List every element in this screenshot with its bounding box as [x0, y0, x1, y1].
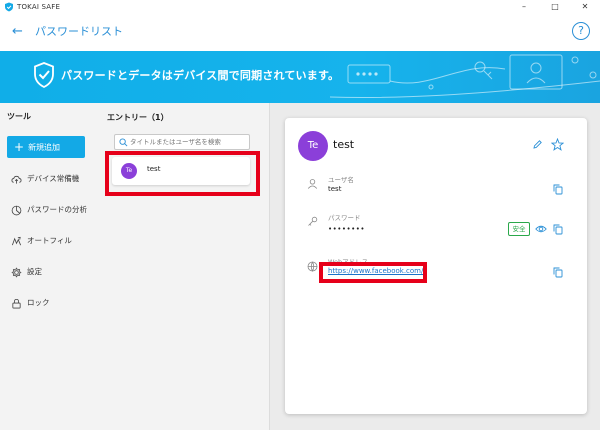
sidebar-item-label: ロック	[27, 298, 50, 307]
page-title: パスワードリスト	[35, 25, 123, 38]
highlight-box-entry	[105, 151, 260, 196]
autofill-icon	[11, 236, 22, 245]
sidebar-title: ツール	[7, 112, 31, 121]
sidebar-item-settings[interactable]: 設定	[11, 264, 95, 280]
search-box	[114, 134, 250, 150]
help-icon[interactable]: ?	[572, 22, 590, 40]
page-header: ← パスワードリスト ?	[0, 14, 600, 51]
copy-icon[interactable]	[553, 267, 563, 278]
sidebar-item-autofill[interactable]: オートフィル	[11, 233, 95, 249]
search-icon	[119, 138, 128, 147]
banner-message: パスワードとデータはデバイス間で同期されています。	[61, 69, 340, 82]
back-arrow-icon[interactable]: ←	[12, 23, 23, 41]
key-icon	[308, 216, 318, 226]
sidebar-item-label: デバイス常備機	[27, 174, 80, 183]
avatar: Te	[298, 131, 328, 161]
window-titlebar: TOKAI SAFE – □ ✕	[0, 0, 600, 14]
star-icon[interactable]	[551, 138, 564, 151]
highlight-box-url	[319, 262, 427, 283]
copy-icon[interactable]	[553, 184, 563, 195]
plus-icon: +	[14, 140, 25, 154]
add-new-button[interactable]: + 新規追加	[7, 136, 85, 158]
sidebar-item-password-analysis[interactable]: パスワードの分析	[11, 202, 95, 218]
sidebar-item-label: パスワードの分析	[27, 205, 87, 214]
user-icon	[307, 179, 318, 189]
app-title: TOKAI SAFE	[17, 3, 61, 11]
gear-icon	[11, 267, 22, 277]
sync-banner: パスワードとデータはデバイス間で同期されています。	[0, 51, 600, 103]
shield-check-icon	[34, 62, 54, 88]
app-logo-icon	[5, 2, 13, 12]
eye-icon[interactable]	[535, 224, 547, 234]
sidebar-item-device-sync[interactable]: デバイス常備機	[11, 171, 95, 187]
analysis-icon	[11, 205, 22, 215]
status-badge: 安全	[508, 222, 530, 236]
minimize-button[interactable]: –	[509, 0, 539, 14]
sidebar-item-lock[interactable]: ロック	[11, 295, 95, 311]
username-label: ユーザ名	[328, 176, 354, 184]
maximize-button[interactable]: □	[540, 0, 570, 14]
pencil-icon[interactable]	[532, 139, 543, 150]
globe-icon	[307, 261, 318, 272]
lock-icon	[12, 298, 21, 308]
entries-title: エントリー（1）	[107, 113, 169, 122]
sidebar-item-label: 設定	[27, 267, 42, 276]
entry-name: test	[333, 138, 355, 151]
copy-icon[interactable]	[553, 224, 563, 235]
password-label: パスワード	[328, 214, 361, 222]
search-input[interactable]	[130, 135, 248, 149]
cloud-upload-icon	[11, 175, 22, 184]
tools-sidebar: ツール + 新規追加 デバイス常備機 パスワードの分析 オートフィル 設定 ロック	[0, 103, 96, 430]
sidebar-item-label: オートフィル	[27, 236, 72, 245]
password-value: ••••••••	[328, 225, 366, 233]
close-button[interactable]: ✕	[570, 0, 600, 14]
username-value: test	[328, 185, 342, 193]
add-new-label: 新規追加	[28, 143, 61, 152]
banner-illustration	[330, 54, 600, 98]
